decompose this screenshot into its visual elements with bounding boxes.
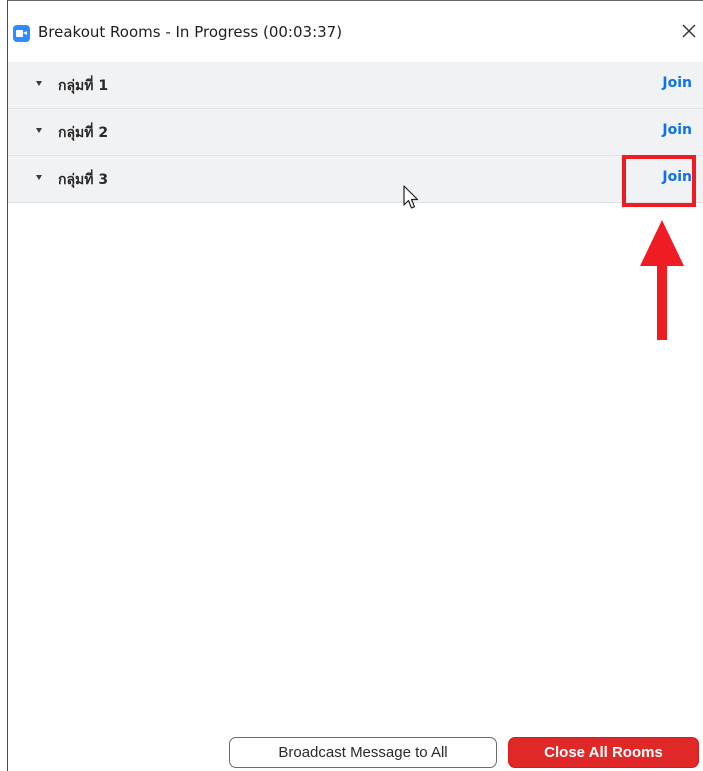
room-row-2[interactable]: กลุ่มที่ 2 Join [8,109,703,156]
room-label: กลุ่มที่ 3 [58,172,109,188]
title-bar: Breakout Rooms - In Progress (00:03:37) [8,1,703,62]
close-icon[interactable] [677,19,701,43]
window-title: Breakout Rooms - In Progress (00:03:37) [38,23,343,41]
mouse-cursor-icon [403,185,419,209]
caret-down-icon[interactable] [36,81,42,86]
zoom-video-icon [13,25,30,42]
room-list: กลุ่มที่ 1 Join กลุ่มที่ 2 Join กลุ่มที่… [8,62,703,203]
room-row-1[interactable]: กลุ่มที่ 1 Join [8,62,703,109]
join-button[interactable]: Join [662,122,692,138]
highlight-box [622,155,696,207]
caret-down-icon[interactable] [36,128,42,133]
broadcast-message-button[interactable]: Broadcast Message to All [229,737,497,768]
join-button[interactable]: Join [662,75,692,91]
room-label: กลุ่มที่ 2 [58,125,109,141]
breakout-rooms-window: Breakout Rooms - In Progress (00:03:37) … [7,0,703,771]
up-arrow-icon [640,220,684,340]
room-label: กลุ่มที่ 1 [58,78,109,94]
room-row-3[interactable]: กลุ่มที่ 3 Join [8,156,703,203]
caret-down-icon[interactable] [36,175,42,180]
close-all-rooms-button[interactable]: Close All Rooms [508,737,699,768]
